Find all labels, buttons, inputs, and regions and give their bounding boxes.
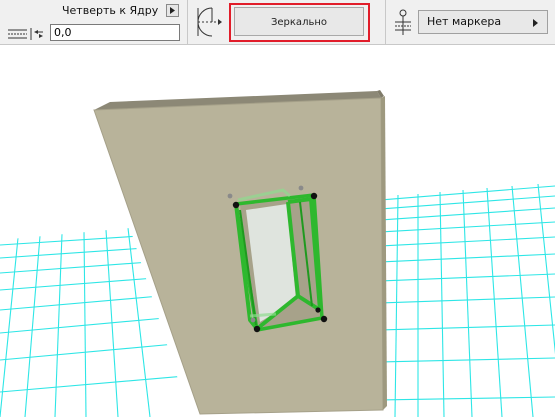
selection-handle (310, 192, 318, 200)
selection-handle-ghost (227, 193, 233, 199)
selection-handle (320, 315, 328, 323)
marker-dropdown-value: Нет маркера (427, 15, 502, 28)
selection-handle-ghost (250, 317, 256, 323)
toolbar-divider (385, 0, 386, 44)
ground-grid-right (380, 183, 555, 417)
toolbar: Четверть к Ядру Зеркально (0, 0, 555, 45)
door-mirror-swing-icon (195, 5, 225, 43)
selection-handle (253, 325, 261, 333)
triangle-right-icon (533, 19, 538, 27)
marker-dropdown[interactable]: Нет маркера (418, 10, 548, 34)
3d-viewport[interactable] (0, 45, 555, 417)
reveal-to-core-label: Четверть к Ядру (62, 4, 159, 17)
wall-anchor-offset-icon (7, 26, 45, 45)
reveal-dropdown-arrow-icon[interactable] (166, 4, 179, 17)
reveal-offset-input[interactable] (50, 24, 180, 41)
dimension-marker-icon (393, 8, 413, 40)
selection-handle-ghost (298, 185, 304, 191)
toolbar-divider (187, 0, 188, 44)
mirror-button[interactable]: Зеркально (234, 7, 364, 36)
selection-handle (232, 201, 240, 209)
selection-handle (315, 307, 321, 313)
